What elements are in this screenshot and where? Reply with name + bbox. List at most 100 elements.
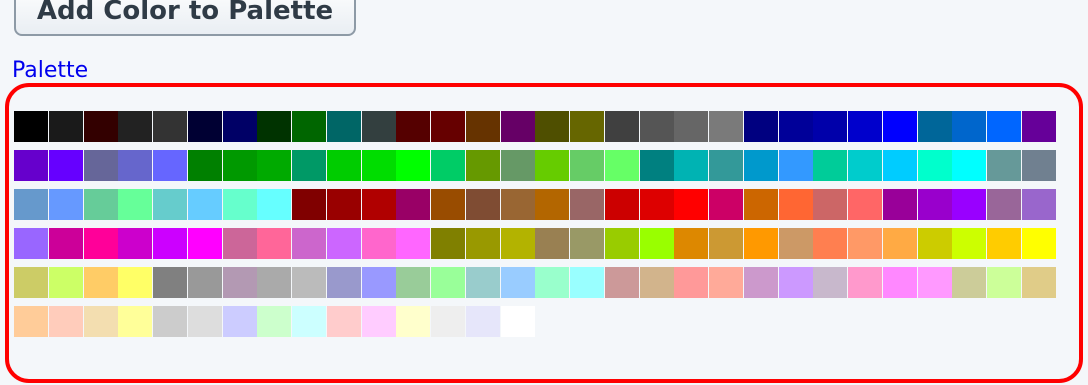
color-swatch[interactable] — [14, 150, 48, 181]
color-swatch[interactable] — [952, 111, 987, 142]
color-swatch[interactable] — [674, 267, 709, 298]
color-swatch[interactable] — [118, 228, 153, 259]
color-swatch[interactable] — [570, 111, 604, 142]
color-swatch[interactable] — [326, 306, 361, 337]
color-swatch[interactable] — [48, 267, 83, 298]
color-swatch[interactable] — [952, 189, 987, 220]
color-swatch[interactable] — [187, 189, 222, 220]
color-swatch[interactable] — [222, 150, 257, 181]
color-swatch[interactable] — [257, 228, 292, 259]
color-swatch[interactable] — [709, 150, 743, 181]
color-swatch[interactable] — [187, 267, 222, 298]
color-swatch[interactable] — [396, 189, 431, 220]
color-swatch[interactable] — [153, 150, 187, 181]
color-swatch[interactable] — [570, 267, 604, 298]
color-swatch[interactable] — [14, 267, 48, 298]
color-swatch[interactable] — [292, 306, 326, 337]
color-swatch[interactable] — [813, 228, 848, 259]
color-swatch[interactable] — [431, 189, 465, 220]
color-swatch[interactable] — [743, 111, 778, 142]
color-swatch[interactable] — [257, 150, 292, 181]
color-swatch[interactable] — [813, 189, 848, 220]
color-swatch[interactable] — [431, 306, 465, 337]
color-swatch[interactable] — [709, 267, 743, 298]
color-swatch[interactable] — [83, 189, 118, 220]
color-swatch[interactable] — [222, 189, 257, 220]
color-swatch[interactable] — [465, 228, 500, 259]
color-swatch[interactable] — [848, 111, 882, 142]
color-swatch[interactable] — [778, 150, 813, 181]
color-swatch[interactable] — [118, 306, 153, 337]
color-swatch[interactable] — [118, 189, 153, 220]
color-swatch[interactable] — [48, 111, 83, 142]
color-swatch[interactable] — [1021, 150, 1056, 181]
color-swatch[interactable] — [14, 111, 48, 142]
color-swatch[interactable] — [848, 189, 882, 220]
color-swatch[interactable] — [778, 189, 813, 220]
color-swatch[interactable] — [326, 228, 361, 259]
color-swatch[interactable] — [709, 111, 743, 142]
color-swatch[interactable] — [292, 111, 326, 142]
color-swatch[interactable] — [326, 267, 361, 298]
color-swatch[interactable] — [431, 150, 465, 181]
color-swatch[interactable] — [361, 228, 396, 259]
color-swatch[interactable] — [535, 150, 570, 181]
color-swatch[interactable] — [361, 189, 396, 220]
color-swatch[interactable] — [882, 267, 917, 298]
color-swatch[interactable] — [917, 267, 952, 298]
color-swatch[interactable] — [326, 150, 361, 181]
color-swatch[interactable] — [500, 306, 535, 337]
color-swatch[interactable] — [743, 189, 778, 220]
color-swatch[interactable] — [257, 111, 292, 142]
color-swatch[interactable] — [153, 267, 187, 298]
color-swatch[interactable] — [118, 150, 153, 181]
color-swatch[interactable] — [326, 111, 361, 142]
color-swatch[interactable] — [917, 111, 952, 142]
color-swatch[interactable] — [535, 228, 570, 259]
color-swatch[interactable] — [917, 228, 952, 259]
color-swatch[interactable] — [987, 189, 1021, 220]
color-swatch[interactable] — [187, 228, 222, 259]
color-swatch[interactable] — [604, 111, 639, 142]
color-swatch[interactable] — [987, 150, 1021, 181]
color-swatch[interactable] — [639, 228, 674, 259]
color-swatch[interactable] — [361, 267, 396, 298]
color-swatch[interactable] — [292, 150, 326, 181]
color-swatch[interactable] — [83, 111, 118, 142]
color-swatch[interactable] — [674, 228, 709, 259]
color-swatch[interactable] — [153, 189, 187, 220]
color-swatch[interactable] — [48, 228, 83, 259]
color-swatch[interactable] — [292, 267, 326, 298]
color-swatch[interactable] — [222, 267, 257, 298]
palette-link[interactable]: Palette — [12, 58, 88, 83]
color-swatch[interactable] — [431, 267, 465, 298]
color-swatch[interactable] — [604, 150, 639, 181]
color-swatch[interactable] — [361, 111, 396, 142]
color-swatch[interactable] — [500, 189, 535, 220]
color-swatch[interactable] — [813, 267, 848, 298]
color-swatch[interactable] — [535, 189, 570, 220]
color-swatch[interactable] — [153, 111, 187, 142]
color-swatch[interactable] — [292, 228, 326, 259]
color-swatch[interactable] — [222, 111, 257, 142]
color-swatch[interactable] — [396, 267, 431, 298]
color-swatch[interactable] — [257, 189, 292, 220]
color-swatch[interactable] — [848, 267, 882, 298]
color-swatch[interactable] — [952, 228, 987, 259]
color-swatch[interactable] — [674, 150, 709, 181]
color-swatch[interactable] — [743, 150, 778, 181]
color-swatch[interactable] — [500, 267, 535, 298]
color-swatch[interactable] — [778, 228, 813, 259]
color-swatch[interactable] — [500, 150, 535, 181]
color-swatch[interactable] — [153, 306, 187, 337]
color-swatch[interactable] — [987, 111, 1021, 142]
color-swatch[interactable] — [292, 189, 326, 220]
color-swatch[interactable] — [570, 228, 604, 259]
color-swatch[interactable] — [709, 189, 743, 220]
color-swatch[interactable] — [361, 306, 396, 337]
color-swatch[interactable] — [396, 111, 431, 142]
color-swatch[interactable] — [813, 150, 848, 181]
color-swatch[interactable] — [187, 306, 222, 337]
color-swatch[interactable] — [987, 267, 1021, 298]
color-swatch[interactable] — [83, 267, 118, 298]
